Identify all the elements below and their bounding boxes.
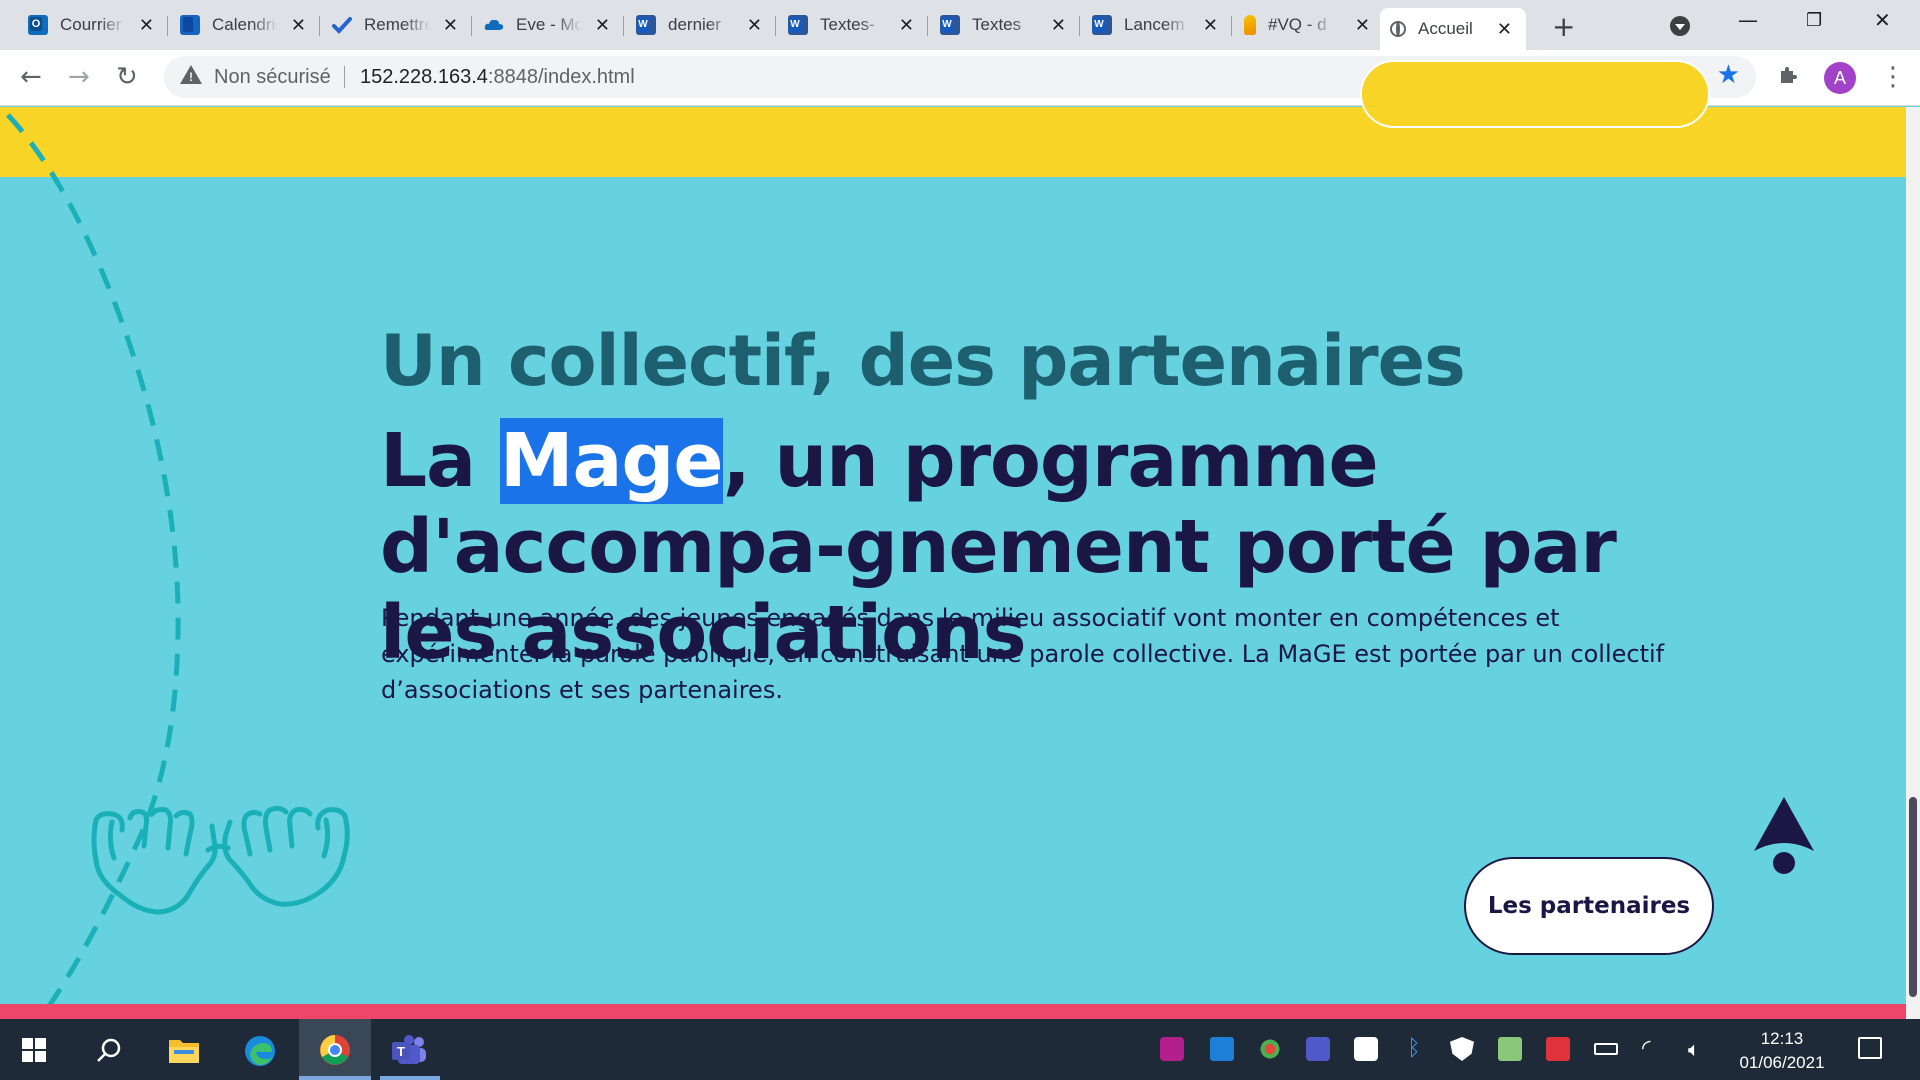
tray-security-icon[interactable] (1354, 1037, 1378, 1061)
tray-w-icon[interactable] (1210, 1037, 1234, 1061)
vq-icon (1244, 15, 1256, 35)
tab-title: Textes (972, 15, 1022, 34)
clock-date: 01/06/2021 (1739, 1053, 1825, 1072)
search-icon[interactable] (96, 1037, 122, 1063)
url-text[interactable]: 152.228.163.4:8848/index.html (360, 66, 635, 89)
tab-textes-1[interactable]: Textes- ✕ (778, 8, 928, 42)
restore-icon[interactable]: ❐ (1806, 10, 1822, 31)
tab-calendrier[interactable]: Calendrier ✕ (170, 8, 320, 42)
wifi-icon[interactable]: ◜ (1642, 1037, 1666, 1061)
tab-accueil[interactable]: Accueil ✕ (1380, 8, 1526, 50)
close-tab-icon[interactable]: ✕ (747, 15, 762, 36)
tab-title: Calendrier (212, 15, 278, 34)
bluetooth-icon[interactable]: ᛒ (1402, 1037, 1426, 1061)
windows-taskbar: T ᛒ ◜ 🔈︎ 12:13 01/06/2021 (0, 1019, 1920, 1080)
clock-time: 12:13 (1760, 1029, 1804, 1048)
tab-lancement[interactable]: Lancem ✕ (1082, 8, 1232, 42)
header-button[interactable] (1360, 60, 1710, 128)
partners-button[interactable]: Les partenaires (1464, 857, 1714, 955)
security-label[interactable]: Non sécurisé (214, 66, 331, 89)
teams-icon[interactable]: T (390, 1034, 428, 1066)
reload-icon[interactable]: ↻ (116, 62, 138, 92)
section-paragraph: Pendant une année, des jeunes engagés da… (381, 604, 1665, 704)
tab-title: Eve - Mo (516, 15, 582, 34)
title-part: La (380, 418, 500, 504)
close-tab-icon[interactable]: ✕ (1203, 15, 1218, 36)
close-tab-icon[interactable]: ✕ (1497, 19, 1512, 40)
back-arrow-icon[interactable]: ← (20, 62, 42, 92)
tray-teams-icon[interactable] (1306, 1037, 1330, 1061)
extensions-puzzle-icon[interactable] (1777, 64, 1799, 86)
forward-arrow-icon[interactable]: → (68, 62, 90, 92)
close-tab-icon[interactable]: ✕ (899, 15, 914, 36)
tray-app-icon[interactable] (1160, 1037, 1184, 1061)
menu-kebab-icon[interactable]: ⋮ (1880, 62, 1906, 92)
running-indicator (380, 1076, 440, 1080)
close-tab-icon[interactable]: ✕ (139, 15, 154, 36)
tab-title: Textes- (820, 15, 875, 34)
page-scrollbar[interactable] (1906, 107, 1920, 1019)
word-icon (636, 15, 656, 35)
tab-dernier[interactable]: dernier ✕ (626, 8, 776, 42)
tab-title: Accueil (1418, 19, 1473, 38)
battery-icon[interactable] (1594, 1043, 1618, 1055)
chrome-icon[interactable] (319, 1034, 351, 1066)
close-tab-icon[interactable]: ✕ (443, 15, 458, 36)
tray-red-app-icon[interactable] (1546, 1037, 1570, 1061)
tab-courrier[interactable]: Courrier ✕ (18, 8, 168, 42)
file-explorer-icon[interactable] (168, 1036, 200, 1064)
svg-text:T: T (397, 1044, 405, 1059)
calendar-icon (180, 15, 200, 35)
new-tab-button[interactable]: + (1552, 10, 1575, 43)
system-clock[interactable]: 12:13 01/06/2021 (1734, 1027, 1830, 1075)
tab-eve[interactable]: Eve - Mo ✕ (474, 8, 624, 42)
active-indicator (299, 1076, 371, 1080)
tab-title: Courrier (60, 15, 122, 34)
tab-title: #VQ - d (1268, 15, 1327, 34)
word-icon (788, 15, 808, 35)
notifications-icon[interactable] (1858, 1037, 1882, 1059)
linked-hands-illustration (91, 805, 350, 915)
tab-search-icon[interactable] (1670, 16, 1690, 36)
warning-icon[interactable] (180, 65, 202, 84)
tab-title: dernier (668, 15, 721, 34)
tray-sync-icon[interactable] (1498, 1037, 1522, 1061)
word-icon (940, 15, 960, 35)
close-tab-icon[interactable]: ✕ (595, 15, 610, 36)
tab-remettre[interactable]: Remettre ✕ (322, 8, 472, 42)
selected-text-highlight[interactable]: Mage (499, 418, 724, 504)
tab-textes-2[interactable]: Textes ✕ (930, 8, 1080, 42)
url-path: :8848/index.html (487, 66, 635, 88)
tab-title: Lancem (1124, 15, 1185, 34)
volume-icon[interactable]: 🔈︎ (1688, 1037, 1712, 1061)
tab-title: Remettre (364, 15, 430, 34)
onedrive-icon (484, 15, 504, 35)
outlook-icon (28, 15, 48, 35)
window-close-icon[interactable]: ✕ (1874, 8, 1891, 32)
section-subtitle: Un collectif, des partenaires (380, 320, 1466, 402)
word-icon (1092, 15, 1112, 35)
edge-icon[interactable] (244, 1035, 276, 1067)
url-host: 152.228.163.4 (360, 66, 488, 88)
windows-start-icon[interactable] (22, 1038, 46, 1062)
pink-footer-band (0, 1004, 1906, 1019)
tray-network-app-icon[interactable] (1258, 1037, 1282, 1061)
profile-avatar[interactable]: A (1824, 62, 1856, 94)
tab-strip: Courrier ✕ Calendrier ✕ Remettre ✕ Eve -… (0, 0, 1920, 50)
tab-vq[interactable]: #VQ - d ✕ (1234, 8, 1384, 42)
globe-icon (1390, 21, 1406, 37)
todo-icon (332, 15, 352, 35)
close-tab-icon[interactable]: ✕ (291, 15, 306, 36)
bookmark-star-icon[interactable]: ★ (1717, 60, 1740, 90)
minimize-icon[interactable]: — (1738, 8, 1758, 32)
defender-shield-icon[interactable] (1450, 1037, 1474, 1061)
scroll-to-top-arrow-icon[interactable] (1752, 795, 1816, 875)
close-tab-icon[interactable]: ✕ (1355, 15, 1370, 36)
close-tab-icon[interactable]: ✕ (1051, 15, 1066, 36)
scrollbar-thumb[interactable] (1909, 797, 1917, 997)
